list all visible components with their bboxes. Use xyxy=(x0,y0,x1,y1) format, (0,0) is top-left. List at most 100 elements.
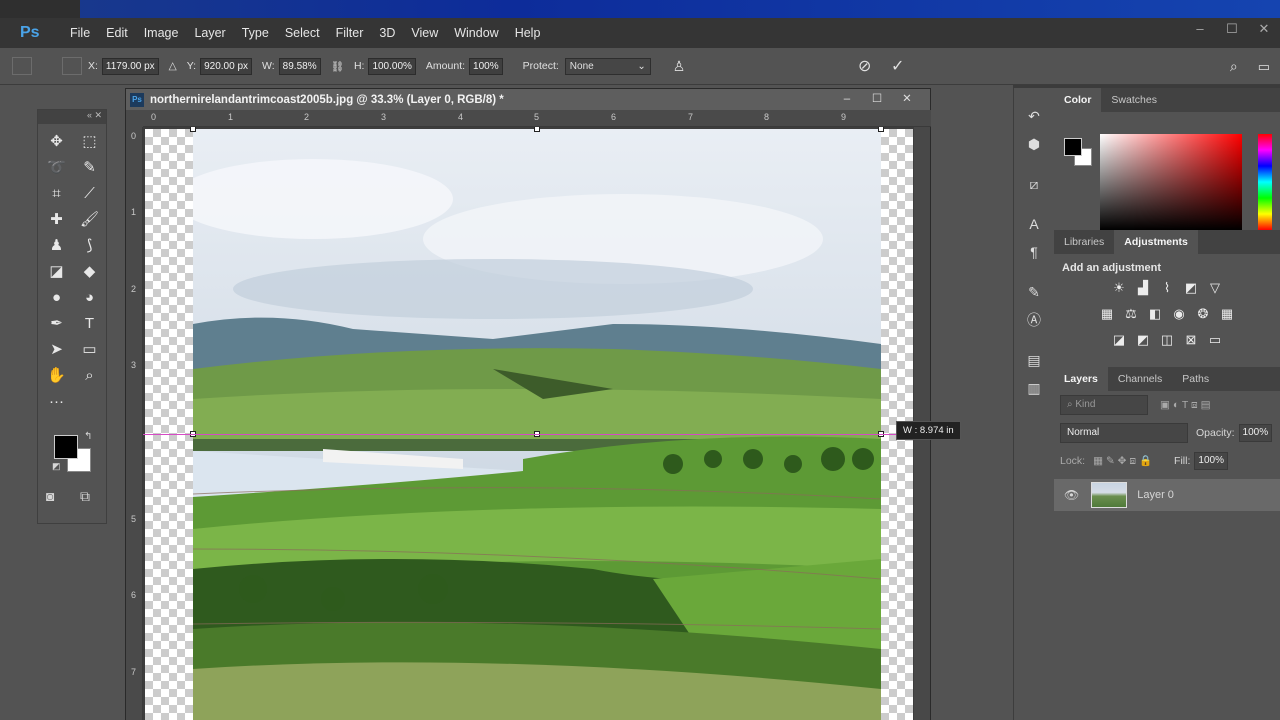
menu-filter[interactable]: Filter xyxy=(328,18,372,48)
doc-maximize-icon[interactable]: ☐ xyxy=(862,89,892,110)
hand-tool-icon[interactable]: ✋ xyxy=(40,364,73,386)
quick-mask-icon[interactable]: ◙ xyxy=(46,488,54,504)
hue-saturation-icon[interactable]: ▦ xyxy=(1095,306,1119,326)
brush-tool-icon[interactable]: 🖌 xyxy=(73,208,106,230)
blend-mode-select[interactable]: Normal xyxy=(1060,423,1188,443)
layer-row[interactable]: 👁 Layer 0 xyxy=(1054,479,1280,511)
menu-help[interactable]: Help xyxy=(507,18,549,48)
crop-tool-icon[interactable]: ⌗ xyxy=(40,182,73,204)
brightness-icon[interactable]: ☀ xyxy=(1107,280,1131,300)
transform-handle[interactable] xyxy=(534,127,540,132)
paragraph-icon[interactable]: ¶ xyxy=(1014,238,1054,266)
menu-select[interactable]: Select xyxy=(277,18,328,48)
healing-tool-icon[interactable]: ✚ xyxy=(40,208,73,230)
path-select-tool-icon[interactable]: ➤ xyxy=(40,338,73,360)
tab-swatches[interactable]: Swatches xyxy=(1101,88,1167,112)
vertical-ruler[interactable]: 0 1 2 3 5 6 7 xyxy=(126,127,143,720)
protect-select[interactable]: None ⌄ xyxy=(564,57,651,75)
selective-color-icon[interactable]: ⊠ xyxy=(1179,332,1203,352)
marquee-tool-icon[interactable]: ⬚ xyxy=(73,130,106,152)
more-tools-icon[interactable]: ··· xyxy=(40,390,73,412)
color-fg-swatch[interactable] xyxy=(1064,138,1082,156)
invert-icon[interactable]: ◪ xyxy=(1107,332,1131,352)
shape-tool-icon[interactable]: ▭ xyxy=(73,338,106,360)
swap-colors-icon[interactable]: ↰ xyxy=(84,431,92,442)
tool-preset-icon[interactable] xyxy=(12,57,32,75)
fill-field[interactable]: 100% xyxy=(1194,452,1228,470)
canvas[interactable] xyxy=(143,127,915,720)
history-brush-tool-icon[interactable]: ⟆ xyxy=(73,234,106,256)
workspace-icon[interactable]: ▭ xyxy=(1258,59,1270,75)
photo-filter-icon[interactable]: ◉ xyxy=(1167,306,1191,326)
character-styles-icon[interactable]: Ⓐ xyxy=(1014,306,1054,334)
properties-icon[interactable]: ⧄ xyxy=(1014,170,1054,198)
history-icon[interactable]: ↶ xyxy=(1014,102,1054,130)
blur-tool-icon[interactable]: ● xyxy=(40,286,73,308)
tab-libraries[interactable]: Libraries xyxy=(1054,230,1114,254)
landscape-photo[interactable] xyxy=(193,129,881,720)
protect-skin-icon[interactable]: ♙ xyxy=(673,58,686,75)
transform-handle[interactable] xyxy=(878,127,884,132)
3d-icon[interactable]: ⬢ xyxy=(1014,130,1054,158)
eraser-tool-icon[interactable]: ◪ xyxy=(40,260,73,282)
channel-mixer-icon[interactable]: ❂ xyxy=(1191,306,1215,326)
brush-settings-icon[interactable]: ✎ xyxy=(1014,278,1054,306)
eyedropper-tool-icon[interactable]: ⟋ xyxy=(73,182,106,204)
search-icon[interactable]: ⌕ xyxy=(1230,58,1238,75)
dodge-tool-icon[interactable]: ◕ xyxy=(73,286,106,308)
stamp-tool-icon[interactable]: ♟ xyxy=(40,234,73,256)
notes-icon[interactable]: ▤ xyxy=(1014,346,1054,374)
pen-tool-icon[interactable]: ✒ xyxy=(40,312,73,334)
close-icon[interactable]: ✕ xyxy=(1248,18,1280,40)
menu-file[interactable]: File xyxy=(62,18,98,48)
kind-filter[interactable]: ⌕ Kind xyxy=(1060,395,1148,415)
filter-icons[interactable]: ▣ ◐ T ⧈ ▤ xyxy=(1160,399,1211,412)
paint-bucket-tool-icon[interactable]: ◆ xyxy=(73,260,106,282)
threshold-icon[interactable]: ◫ xyxy=(1155,332,1179,352)
opacity-field[interactable]: 100% xyxy=(1238,424,1273,442)
maximize-icon[interactable]: ☐ xyxy=(1216,18,1248,40)
default-colors-icon[interactable]: ◩ xyxy=(52,461,61,472)
menu-view[interactable]: View xyxy=(403,18,446,48)
lasso-tool-icon[interactable]: ➰ xyxy=(40,156,73,178)
tab-adjustments[interactable]: Adjustments xyxy=(1114,230,1198,254)
screen-mode-icon[interactable]: ⧉ xyxy=(80,488,90,505)
amount-field[interactable]: 100% xyxy=(469,57,503,75)
x-field[interactable]: 1179.00 px xyxy=(101,57,159,75)
color-balance-icon[interactable]: ⚖ xyxy=(1119,306,1143,326)
doc-minimize-icon[interactable]: – xyxy=(832,89,862,110)
transform-handle[interactable] xyxy=(190,127,196,132)
quick-select-tool-icon[interactable]: ✎ xyxy=(73,156,106,178)
y-field[interactable]: 920.00 px xyxy=(200,57,253,75)
h-field[interactable]: 100.00% xyxy=(368,57,416,75)
menu-image[interactable]: Image xyxy=(136,18,187,48)
color-lookup-icon[interactable]: ▦ xyxy=(1215,306,1239,326)
minimize-icon[interactable]: – xyxy=(1184,18,1216,40)
levels-icon[interactable]: ▟ xyxy=(1131,280,1155,300)
commit-transform-icon[interactable]: ✓ xyxy=(891,56,904,76)
curves-icon[interactable]: ⌇ xyxy=(1155,280,1179,300)
color-picker-field[interactable] xyxy=(1100,134,1242,230)
foreground-color-swatch[interactable] xyxy=(54,435,78,459)
character-icon[interactable]: A xyxy=(1014,210,1054,238)
black-white-icon[interactable]: ◧ xyxy=(1143,306,1167,326)
menu-layer[interactable]: Layer xyxy=(186,18,233,48)
tab-paths[interactable]: Paths xyxy=(1172,367,1219,391)
w-field[interactable]: 89.58% xyxy=(278,57,321,75)
link-icon[interactable]: ⛓ xyxy=(331,60,344,73)
posterize-icon[interactable]: ◩ xyxy=(1131,332,1155,352)
menu-edit[interactable]: Edit xyxy=(98,18,136,48)
tab-layers[interactable]: Layers xyxy=(1054,367,1108,391)
visibility-eye-icon[interactable]: 👁 xyxy=(1064,488,1079,502)
vibrance-icon[interactable]: ▽ xyxy=(1203,280,1227,300)
type-tool-icon[interactable]: T xyxy=(73,312,106,334)
menu-type[interactable]: Type xyxy=(234,18,277,48)
tab-channels[interactable]: Channels xyxy=(1108,367,1172,391)
move-tool-icon[interactable]: ✥ xyxy=(40,130,73,152)
delta-icon[interactable]: △ xyxy=(169,60,177,72)
lock-icons[interactable]: ▦ ✎ ✥ ⧈ 🔒 xyxy=(1093,454,1152,468)
document-tab[interactable]: Ps northernirelandantrimcoast2005b.jpg @… xyxy=(126,89,930,110)
doc-close-icon[interactable]: ✕ xyxy=(892,89,922,110)
horizontal-ruler[interactable]: 0 1 2 3 4 5 6 7 8 9 xyxy=(143,110,931,127)
gradient-map-icon[interactable]: ▭ xyxy=(1203,332,1227,352)
